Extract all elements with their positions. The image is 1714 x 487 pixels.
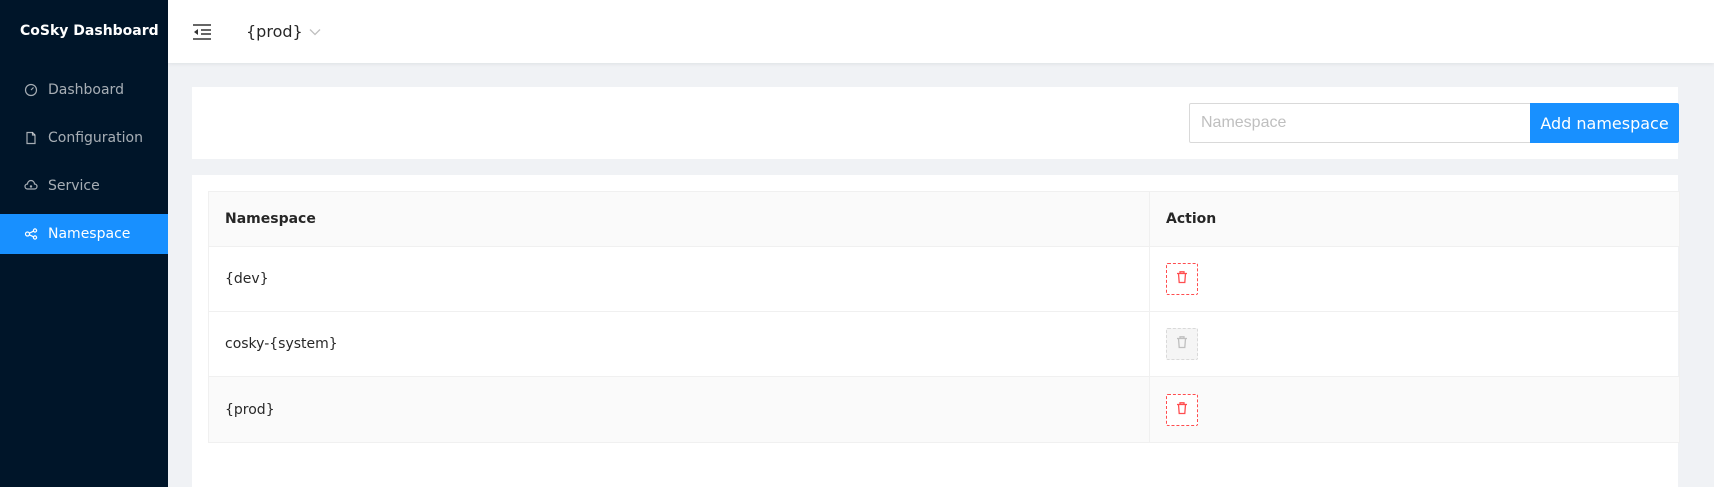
header: {prod} [168, 0, 1714, 63]
column-header-namespace: Namespace [209, 192, 1150, 246]
namespace-cell: {prod} [209, 377, 1150, 442]
namespace-table-card: Namespace Action {dev} cosky-{system} {p… [192, 175, 1680, 487]
app-title: CoSky Dashboard [20, 23, 159, 39]
sidebar-item-service[interactable]: Service [0, 166, 168, 206]
table-row: cosky-{system} [209, 312, 1679, 377]
namespace-input[interactable] [1189, 103, 1532, 143]
chevron-down-icon [309, 28, 321, 36]
namespace-table: Namespace Action {dev} cosky-{system} {p… [208, 191, 1680, 443]
sidebar-item-namespace[interactable]: Namespace [0, 214, 168, 254]
action-cell [1150, 377, 1679, 442]
namespace-cell: cosky-{system} [209, 312, 1150, 376]
namespace-toolbar: Add namespace [192, 87, 1679, 159]
action-cell [1150, 247, 1679, 311]
sidebar-item-label: Namespace [48, 226, 131, 242]
namespace-cell: {dev} [209, 247, 1150, 311]
column-header-action: Action [1166, 211, 1217, 227]
add-namespace-button[interactable]: Add namespace [1530, 103, 1679, 143]
delete-button[interactable] [1166, 263, 1198, 295]
delete-button-disabled [1166, 328, 1198, 360]
menu-fold-icon[interactable] [192, 22, 212, 42]
sidebar-item-dashboard[interactable]: Dashboard [0, 70, 168, 110]
namespace-select[interactable]: {prod} [246, 22, 321, 41]
delete-button[interactable] [1166, 393, 1198, 426]
sidebar-item-label: Configuration [48, 130, 143, 146]
file-icon [24, 131, 38, 145]
delete-icon [1175, 401, 1189, 419]
sidebar-item-configuration[interactable]: Configuration [0, 118, 168, 158]
cluster-icon [24, 227, 38, 241]
table-row: {dev} [209, 247, 1679, 312]
cloud-icon [24, 179, 38, 193]
sidebar-item-label: Service [48, 178, 100, 194]
sidebar: CoSky Dashboard Dashboard Configuration … [0, 0, 168, 487]
table-row: {prod} [209, 377, 1679, 442]
namespace-select-value: {prod} [246, 22, 303, 41]
sidebar-item-label: Dashboard [48, 82, 124, 98]
dashboard-icon [24, 83, 38, 97]
delete-icon [1175, 270, 1189, 288]
delete-icon [1175, 335, 1189, 353]
action-cell [1150, 312, 1679, 376]
table-header: Namespace Action [209, 192, 1679, 247]
